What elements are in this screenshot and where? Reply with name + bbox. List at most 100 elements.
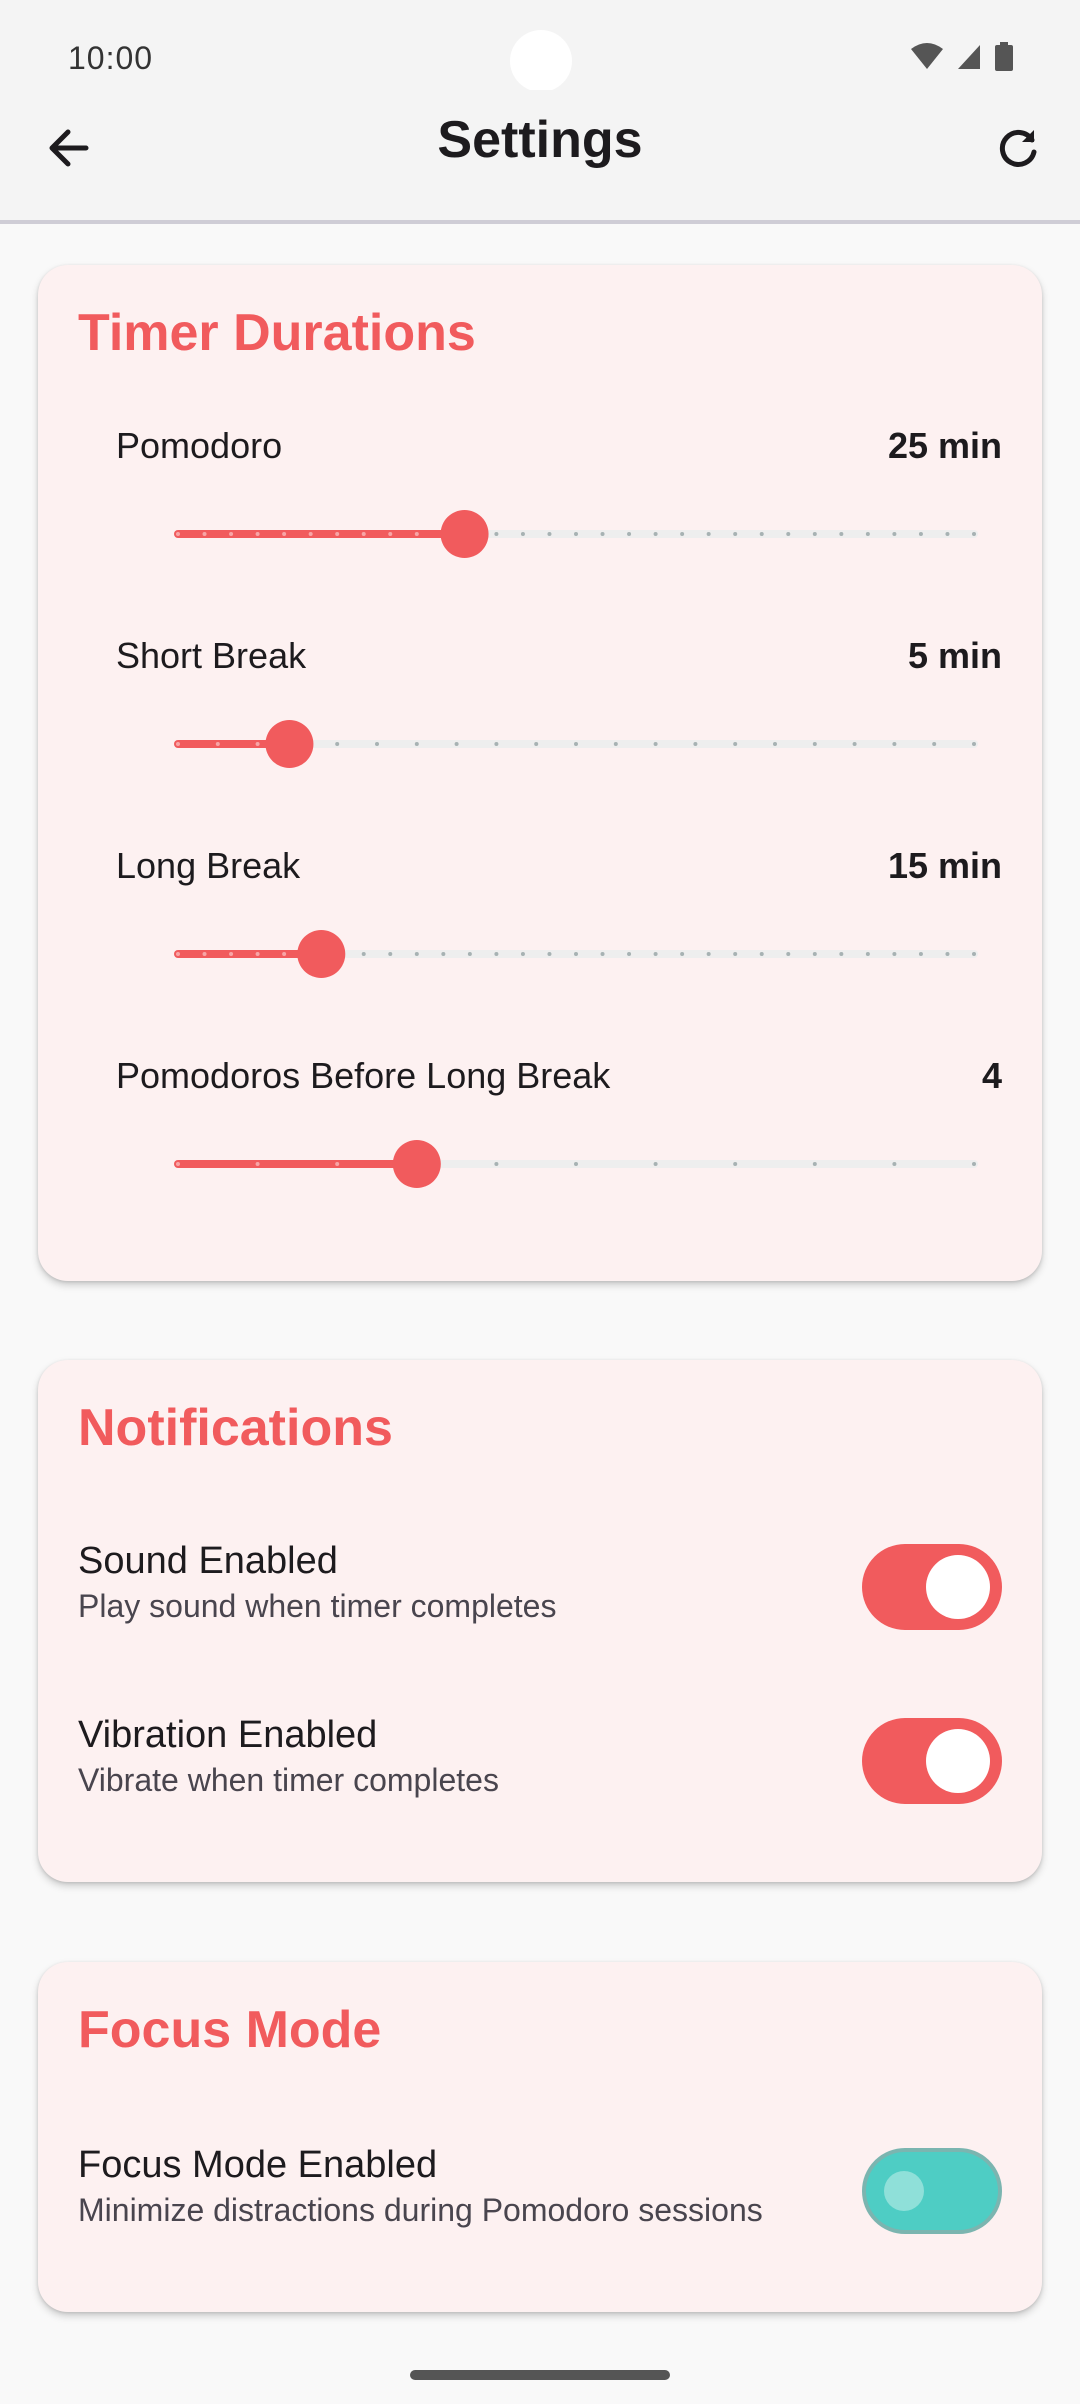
slider-tick [613, 742, 618, 746]
slider-graphic [174, 720, 978, 768]
short-break-slider[interactable] [172, 715, 980, 773]
slider-tick [812, 1162, 817, 1166]
slider-tick [653, 532, 658, 536]
vibration-enabled-switch[interactable] [862, 1718, 1002, 1804]
slider-tick [335, 532, 340, 536]
status-time: 10:00 [68, 40, 154, 76]
slider-tick [839, 532, 844, 536]
slider-thumb[interactable] [265, 720, 314, 768]
vibration-enabled-subtitle: Vibrate when timer completes [78, 1762, 499, 1798]
slider-tick [414, 532, 419, 536]
slider-tick [812, 952, 817, 956]
slider-tick [693, 742, 698, 746]
long-break-slider[interactable] [172, 925, 980, 983]
slider-tick [520, 532, 525, 536]
pomodoros-before-long-break-value: 4 [981, 1055, 1002, 1096]
slider-tick [773, 742, 777, 746]
slider-tick [759, 532, 764, 536]
sound-enabled-title: Sound Enabled [78, 1540, 338, 1582]
slider-tick [520, 952, 525, 956]
pomodoro-label: Pomodoro [116, 425, 283, 466]
slider-tick [733, 1162, 738, 1166]
switch-knob [884, 2171, 924, 2211]
slider-tick [229, 952, 234, 956]
slider-graphic [174, 510, 978, 558]
slider-tick [865, 532, 870, 536]
camera-cutout [510, 30, 572, 92]
battery-icon [994, 42, 1014, 77]
timer-durations-card: Timer Durations Pomodoro 25 min Short Br… [38, 265, 1042, 1281]
slider-tick [786, 532, 791, 536]
signal-icon [956, 43, 982, 76]
slider-tick [494, 1162, 499, 1166]
timer-durations-title: Timer Durations [78, 304, 476, 362]
long-break-label: Long Break [116, 845, 301, 886]
pomodoros-before-long-break-label: Pomodoros Before Long Break [116, 1055, 611, 1096]
slider-thumb[interactable] [392, 1140, 441, 1188]
slider-tick [176, 742, 180, 746]
slider-tick [454, 742, 459, 746]
sound-enabled-subtitle: Play sound when timer completes [78, 1588, 557, 1624]
slider-tick [706, 532, 711, 536]
short-break-value: 5 min [907, 635, 1002, 676]
focus-mode-enabled-switch[interactable] [862, 2148, 1002, 2234]
pomodoro-slider-row: Pomodoro 25 min [116, 425, 1002, 605]
pomodoro-slider[interactable] [172, 505, 980, 563]
slider-tick [547, 532, 552, 536]
slider-tick [176, 1162, 180, 1166]
slider-tick [215, 742, 220, 746]
slider-tick [653, 1162, 658, 1166]
slider-thumb[interactable] [297, 930, 346, 978]
slider-tick [972, 1162, 976, 1166]
short-break-label: Short Break [116, 635, 307, 676]
slider-tick [414, 742, 419, 746]
switch-knob [926, 1555, 990, 1619]
slider-graphic [174, 1140, 978, 1188]
sound-enabled-switch[interactable] [862, 1544, 1002, 1630]
slider-tick [255, 742, 260, 746]
slider-tick [282, 532, 287, 536]
slider-tick [680, 952, 685, 956]
long-break-slider-row: Long Break 15 min [116, 845, 1002, 1025]
slider-tick [494, 742, 499, 746]
slider-tick [494, 532, 499, 536]
slider-tick [335, 1162, 340, 1166]
slider-tick [361, 532, 366, 536]
slider-tick [627, 532, 632, 536]
slider-thumb[interactable] [440, 510, 489, 558]
slider-tick [972, 742, 976, 746]
slider-graphic [174, 930, 978, 978]
vibration-enabled-row: Vibration Enabled Vibrate when timer com… [78, 1714, 1002, 1824]
slider-tick [441, 952, 446, 956]
slider-tick [282, 952, 287, 956]
slider-tick [733, 742, 738, 746]
slider-tick [759, 952, 764, 956]
slider-tick [839, 952, 844, 956]
slider-tick [892, 952, 897, 956]
focus-mode-enabled-row: Focus Mode Enabled Minimize distractions… [78, 2144, 1002, 2254]
notifications-title: Notifications [78, 1399, 393, 1457]
slider-tick [733, 532, 738, 536]
slider-tick [812, 532, 817, 536]
refresh-button[interactable] [986, 118, 1050, 182]
pomodoros-before-long-break-row: Pomodoros Before Long Break 4 [116, 1055, 1002, 1235]
slider-tick [375, 742, 379, 746]
notifications-card: Notifications Sound Enabled Play sound w… [38, 1360, 1042, 1882]
slider-tick [932, 742, 937, 746]
slider-tick [706, 952, 711, 956]
slider-tick [255, 532, 260, 536]
long-break-value: 15 min [887, 845, 1002, 886]
status-bar: 10:00 [0, 0, 1080, 92]
slider-tick [414, 952, 419, 956]
slider-tick [600, 952, 605, 956]
slider-tick [972, 532, 976, 536]
slider-tick [812, 742, 817, 746]
slider-tick [255, 952, 260, 956]
slider-tick [653, 742, 658, 746]
wifi-icon [910, 43, 944, 76]
slider-tick [335, 742, 340, 746]
slider-tick [786, 952, 791, 956]
slider-tick [653, 952, 658, 956]
pomodoros-before-long-break-slider[interactable] [172, 1135, 980, 1193]
gesture-bar[interactable] [410, 2370, 670, 2380]
